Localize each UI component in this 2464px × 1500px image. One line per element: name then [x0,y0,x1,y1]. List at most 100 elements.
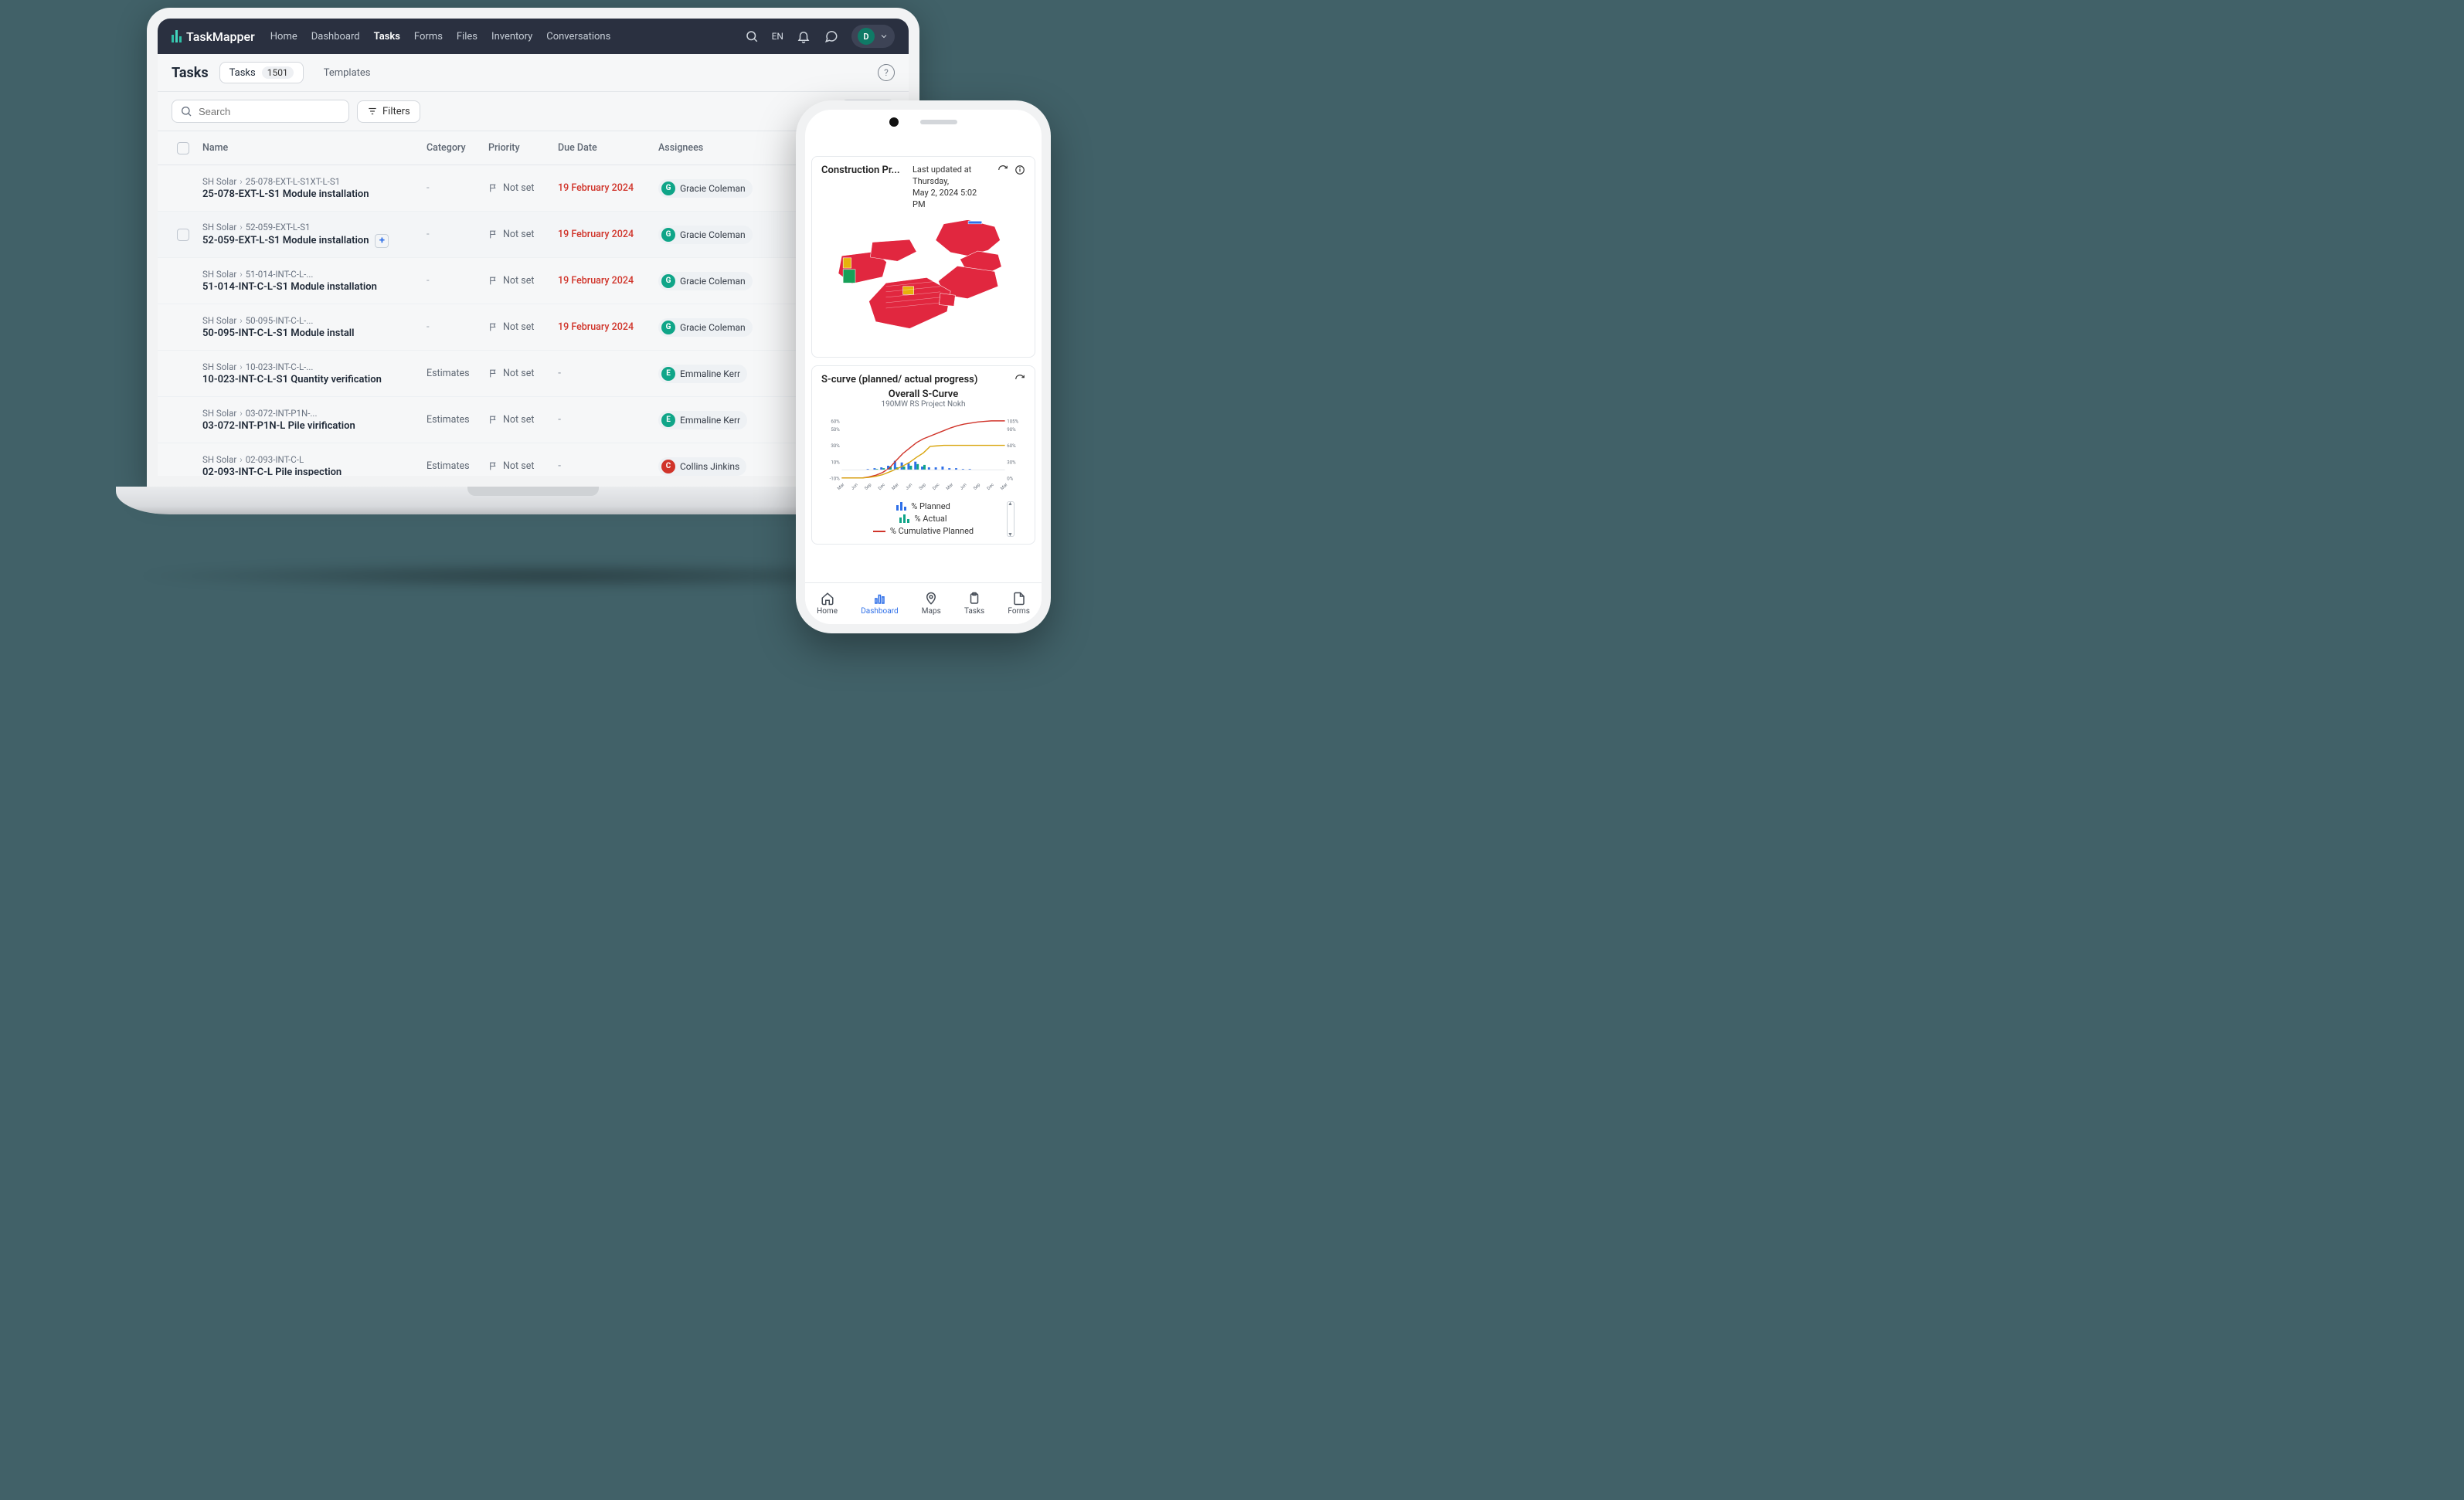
refresh-icon[interactable] [1014,374,1025,385]
assignee-chip[interactable]: GGracie Coleman [658,272,753,290]
cell-priority: Not set [488,460,558,472]
cell-assignee: GGracie Coleman [658,226,797,244]
scurve-chart: -10%10%30%50%60%0%30%60%90%105%MarJunSep… [821,412,1025,497]
flag-icon [488,322,498,332]
search-input[interactable] [199,106,341,117]
flag-icon [488,276,498,286]
svg-text:Mar: Mar [1000,483,1008,491]
breadcrumb: SH Solar›52-059-EXT-L-S1 [202,222,427,232]
scroll-indicator-icon[interactable] [1007,501,1014,537]
nav-files[interactable]: Files [457,31,478,42]
phone-speaker-icon [920,120,957,124]
col-category[interactable]: Category [427,142,488,154]
nav-inventory[interactable]: Inventory [491,31,532,42]
svg-text:Dec: Dec [987,483,995,491]
svg-text:0%: 0% [1007,476,1013,482]
cell-assignee: EEmmaline Kerr [658,411,797,429]
col-due[interactable]: Due Date [558,142,658,154]
help-icon[interactable]: ? [878,64,895,81]
select-all-checkbox[interactable] [177,142,189,154]
col-name[interactable]: Name [202,142,427,154]
assignee-chip[interactable]: EEmmaline Kerr [658,365,747,383]
search-input-wrapper[interactable] [172,100,349,123]
cell-due: 19 February 2024 [558,275,658,287]
col-assignees[interactable]: Assignees [658,142,797,154]
dashboard-icon [872,592,886,606]
breadcrumb: SH Solar›25-078-EXT-L-S1XT-L-S1 [202,176,427,187]
svg-text:60%: 60% [831,419,840,425]
mtab-maps[interactable]: Maps [922,592,941,616]
col-priority[interactable]: Priority [488,142,558,154]
filter-icon [367,106,378,117]
cell-due: 19 February 2024 [558,321,658,333]
task-name: 25-078-EXT-L-S1 Module installation [202,188,427,200]
assignee-chip[interactable]: GGracie Coleman [658,226,753,244]
cell-priority: Not set [488,182,558,194]
mtab-dashboard[interactable]: Dashboard [861,592,898,616]
assignee-chip[interactable]: CCollins Jinkins [658,457,746,476]
construction-progress-card[interactable]: Construction Pr... Last updated at Thurs… [811,156,1035,358]
nav-forms[interactable]: Forms [414,31,443,42]
info-icon[interactable] [1014,165,1025,175]
page-title: Tasks [172,65,209,81]
breadcrumb: SH Solar›03-072-INT-P1N-... [202,408,427,419]
cell-category: Estimates [427,460,488,472]
scurve-card[interactable]: S-curve (planned/ actual progress) Overa… [811,365,1035,545]
flag-icon [488,183,498,193]
cell-priority: Not set [488,368,558,379]
progress-map[interactable] [821,210,1025,349]
add-subtask-button[interactable]: + [375,234,389,248]
tab-templates[interactable]: Templates [314,63,380,83]
user-menu[interactable]: D [851,25,895,48]
nav-tasks[interactable]: Tasks [374,31,400,42]
svg-text:Dec: Dec [932,483,940,491]
row-checkbox[interactable] [177,229,189,241]
card1-meta: Last updated at Thursday, May 2, 2024 5:… [913,165,991,210]
breadcrumb: SH Solar›10-023-INT-C-L-... [202,361,427,372]
assignee-chip[interactable]: EEmmaline Kerr [658,411,747,429]
task-name: 03-072-INT-P1N-L Pile virification [202,420,427,432]
svg-text:60%: 60% [1007,443,1016,450]
search-icon [180,105,192,117]
cell-due: - [558,460,658,472]
cell-category: - [427,321,488,333]
nav-dashboard[interactable]: Dashboard [311,31,360,42]
top-navbar: TaskMapper Home Dashboard Tasks Forms Fi… [158,19,909,54]
refresh-icon[interactable] [997,165,1008,175]
file-icon [1012,592,1026,606]
assignee-chip[interactable]: GGracie Coleman [658,179,753,198]
mtab-home[interactable]: Home [817,592,838,616]
task-name: 50-095-INT-C-L-S1 Module install [202,327,427,339]
mtab-forms[interactable]: Forms [1008,592,1029,616]
flag-icon [488,368,498,378]
cell-assignee: GGracie Coleman [658,272,797,290]
tasks-count-badge: 1501 [262,66,294,79]
cell-assignee: GGracie Coleman [658,179,797,198]
cell-category: Estimates [427,368,488,379]
svg-text:30%: 30% [1007,460,1016,466]
cell-assignee: EEmmaline Kerr [658,365,797,383]
filters-button[interactable]: Filters [357,100,420,123]
tab-tasks-label: Tasks [229,67,256,79]
mtab-tasks[interactable]: Tasks [964,592,984,616]
assignee-chip[interactable]: GGracie Coleman [658,318,753,337]
nav-conversations[interactable]: Conversations [546,31,610,42]
language-switch[interactable]: EN [772,31,783,42]
search-icon[interactable] [744,29,760,44]
tab-tasks[interactable]: Tasks 1501 [219,62,304,83]
task-name: 51-014-INT-C-L-S1 Module installation [202,281,427,293]
svg-text:105%: 105% [1007,419,1018,425]
cell-assignee: CCollins Jinkins [658,457,797,476]
home-icon [821,592,834,606]
nav-home[interactable]: Home [270,31,297,42]
bell-icon[interactable] [796,29,811,44]
avatar: D [858,28,875,45]
cell-priority: Not set [488,414,558,426]
cell-due: 19 February 2024 [558,229,658,240]
card1-title: Construction Pr... [821,165,906,176]
chat-icon[interactable] [824,29,839,44]
chart-title: Overall S-Curve [821,389,1025,400]
svg-text:Sep: Sep [864,483,872,491]
cell-due: - [558,368,658,379]
flag-icon [488,461,498,471]
